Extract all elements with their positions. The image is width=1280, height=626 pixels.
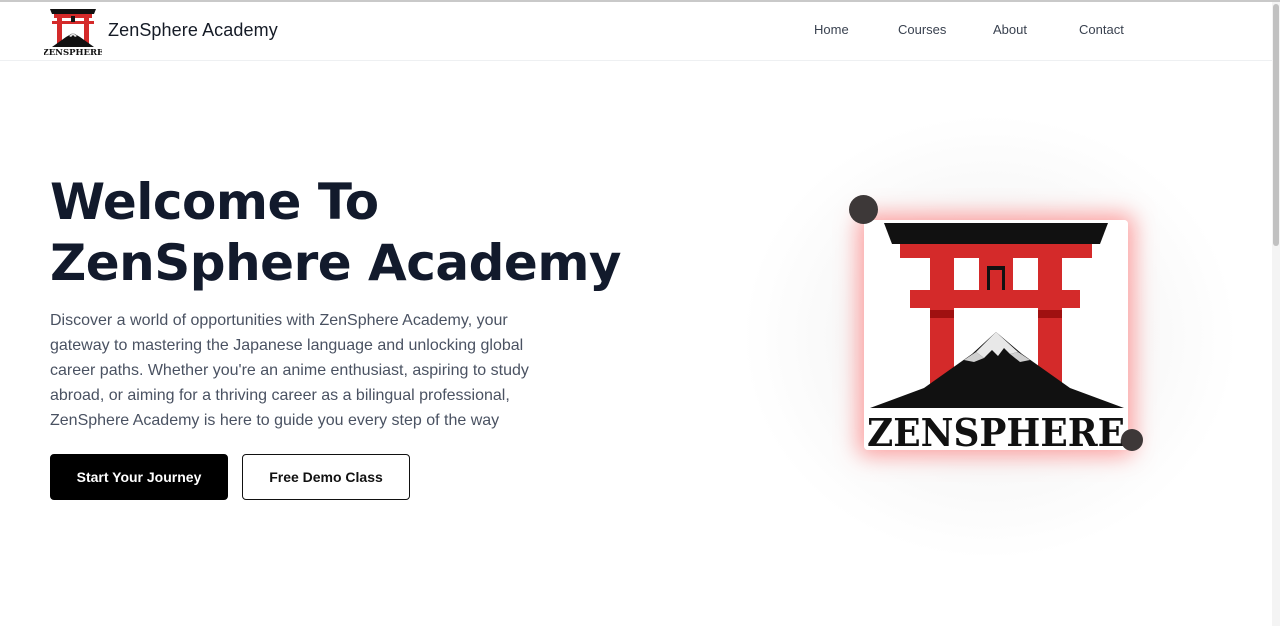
scrollbar-thumb[interactable] (1273, 4, 1279, 246)
page-scrollbar[interactable] (1272, 2, 1280, 626)
nav-home[interactable]: Home (814, 22, 849, 37)
hero-logo-wordmark: ZENSPHERE (867, 410, 1125, 450)
hero-title: Welcome To ZenSphere Academy (50, 172, 622, 294)
page: ZENSPHERE ZenSphere Academy Home Courses… (0, 0, 1280, 626)
nav-links: Home Courses About Contact (0, 22, 1272, 42)
hero-title-line1: Welcome To (50, 173, 379, 231)
hero-description: Discover a world of opportunities with Z… (50, 312, 529, 429)
nav-courses[interactable]: Courses (898, 22, 946, 37)
torii-gate-icon: ZENSPHERE (864, 220, 1128, 450)
logo-wordmark: ZENSPHERE (44, 48, 102, 57)
nav-about[interactable]: About (993, 22, 1027, 37)
hero-title-line2: ZenSphere Academy (50, 234, 622, 292)
navbar: ZENSPHERE ZenSphere Academy Home Courses… (0, 2, 1272, 61)
decorative-dot (1121, 429, 1143, 451)
decorative-dot (849, 195, 878, 224)
start-journey-button[interactable]: Start Your Journey (50, 454, 228, 500)
hero-logo-image: ZENSPHERE (864, 220, 1128, 450)
nav-contact[interactable]: Contact (1079, 22, 1124, 37)
free-demo-button[interactable]: Free Demo Class (242, 454, 410, 500)
